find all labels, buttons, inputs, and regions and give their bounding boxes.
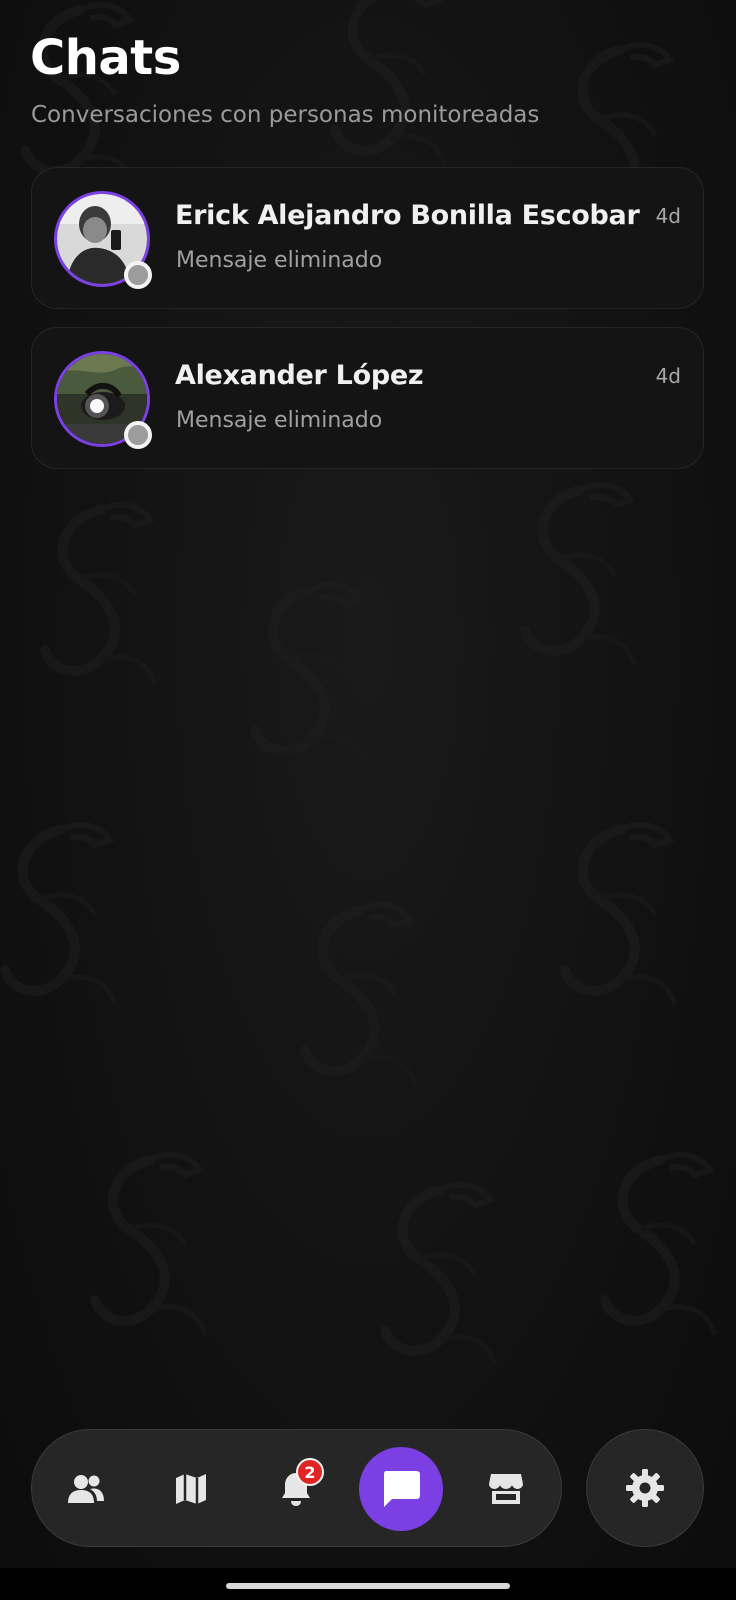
chat-item[interactable]: Alexander López Mensaje eliminado 4d bbox=[31, 327, 704, 469]
chat-item[interactable]: Erick Alejandro Bonilla Escobar Mensaje … bbox=[31, 167, 704, 309]
users-icon bbox=[68, 1475, 104, 1503]
chat-time: 4d bbox=[655, 364, 681, 388]
home-indicator[interactable] bbox=[226, 1583, 510, 1589]
chat-name: Alexander López bbox=[175, 360, 424, 391]
status-indicator bbox=[124, 261, 152, 289]
nav-chats-button[interactable] bbox=[359, 1447, 443, 1531]
notification-badge: 2 bbox=[296, 1458, 324, 1486]
map-icon bbox=[176, 1474, 206, 1504]
avatar-wrapper bbox=[54, 351, 152, 449]
gear-icon bbox=[626, 1469, 664, 1507]
page-title: Chats bbox=[30, 30, 181, 86]
status-indicator bbox=[124, 421, 152, 449]
chat-preview: Mensaje eliminado bbox=[176, 408, 383, 433]
chat-preview: Mensaje eliminado bbox=[176, 248, 383, 273]
chat-icon bbox=[384, 1471, 420, 1507]
nav-map-button[interactable] bbox=[149, 1447, 233, 1531]
nav-store-button[interactable] bbox=[464, 1447, 548, 1531]
bottom-navigation: 2 bbox=[31, 1429, 562, 1547]
chat-name: Erick Alejandro Bonilla Escobar bbox=[175, 200, 640, 231]
nav-contacts-button[interactable] bbox=[44, 1447, 128, 1531]
avatar-wrapper bbox=[54, 191, 152, 289]
chat-time: 4d bbox=[655, 204, 681, 228]
page-subtitle: Conversaciones con personas monitoreadas bbox=[31, 102, 540, 128]
chats-screen: Chats Conversaciones con personas monito… bbox=[0, 0, 736, 1600]
nav-notifications-button[interactable]: 2 bbox=[254, 1447, 338, 1531]
chat-list: Erick Alejandro Bonilla Escobar Mensaje … bbox=[31, 167, 704, 487]
store-icon bbox=[489, 1474, 523, 1504]
settings-button[interactable] bbox=[586, 1429, 704, 1547]
